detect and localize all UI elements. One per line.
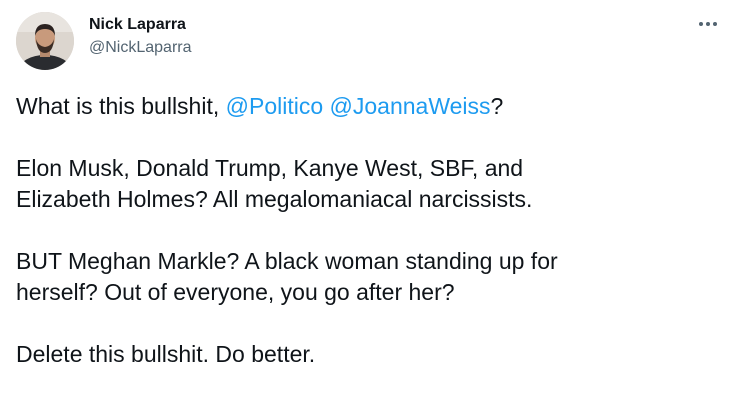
tweet-line: herself? Out of everyone, you go after h… xyxy=(16,279,455,305)
tweet-paragraph-2: Elon Musk, Donald Trump, Kanye West, SBF… xyxy=(16,153,716,215)
author-handle[interactable]: @NickLaparra xyxy=(89,38,192,58)
author-display-name[interactable]: Nick Laparra xyxy=(89,15,192,35)
tweet-line: Elizabeth Holmes? All megalomaniacal nar… xyxy=(16,186,533,212)
more-options-button[interactable] xyxy=(696,14,720,34)
tweet-text-segment: What is this bullshit, xyxy=(16,93,226,119)
mention-link-politico[interactable]: @Politico xyxy=(226,93,324,119)
avatar[interactable] xyxy=(16,12,74,70)
mention-link-joannaweiss[interactable]: @JoannaWeiss xyxy=(330,93,491,119)
tweet-paragraph-3: BUT Meghan Markle? A black woman standin… xyxy=(16,246,716,308)
tweet-paragraph-1: What is this bullshit, @Politico @Joanna… xyxy=(16,91,716,122)
tweet-card: Nick Laparra @NickLaparra What is this b… xyxy=(0,0,730,406)
tweet-text: What is this bullshit, @Politico @Joanna… xyxy=(16,91,716,370)
tweet-line: BUT Meghan Markle? A black woman standin… xyxy=(16,248,558,274)
tweet-paragraph-4: Delete this bullshit. Do better. xyxy=(16,339,716,370)
profile-photo-icon xyxy=(16,12,74,70)
tweet-line: Delete this bullshit. Do better. xyxy=(16,341,316,367)
more-horizontal-icon xyxy=(699,22,717,26)
author-identity: Nick Laparra @NickLaparra xyxy=(89,15,192,58)
tweet-line: Elon Musk, Donald Trump, Kanye West, SBF… xyxy=(16,155,524,181)
tweet-text-segment: ? xyxy=(490,93,504,119)
